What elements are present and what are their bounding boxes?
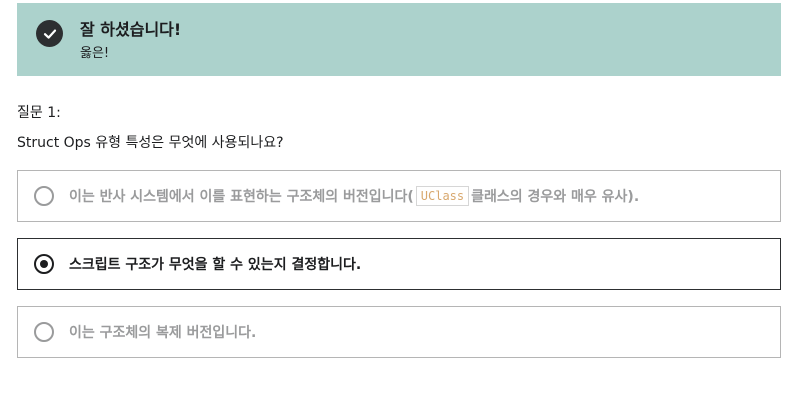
question-number: 질문 1:	[17, 105, 61, 121]
answer-text-after: 클래스의 경우와 매우 유사).	[471, 189, 640, 205]
answer-option-1[interactable]: 이는 반사 시스템에서 이를 표현하는 구조체의 버전입니다( UClass 클…	[17, 170, 781, 222]
radio-button-unchecked[interactable]	[34, 322, 54, 342]
answer-option-label: 이는 반사 시스템에서 이를 표현하는 구조체의 버전입니다( UClass 클…	[69, 186, 639, 206]
answer-option-label: 스크립트 구조가 무엇을 할 수 있는지 결정합니다.	[69, 257, 362, 273]
answer-option-3[interactable]: 이는 구조체의 복제 버전입니다.	[17, 306, 781, 358]
success-alert: 잘 하셨습니다! 옳은!	[17, 3, 781, 76]
code-snippet: UClass	[415, 186, 470, 206]
radio-dot	[40, 260, 48, 268]
checkmark-icon	[43, 29, 56, 39]
radio-button-checked[interactable]	[34, 254, 54, 274]
alert-subtitle: 옳은!	[80, 46, 110, 61]
answer-option-2[interactable]: 스크립트 구조가 무엇을 할 수 있는지 결정합니다.	[17, 238, 781, 290]
alert-title: 잘 하셨습니다!	[80, 20, 182, 39]
radio-button-unchecked[interactable]	[34, 186, 54, 206]
quiz-page: 잘 하셨습니다! 옳은! 질문 1: Struct Ops 유형 특성은 무엇에…	[0, 0, 802, 411]
check-circle-icon	[36, 20, 63, 47]
answer-text-before: 이는 반사 시스템에서 이를 표현하는 구조체의 버전입니다(	[69, 189, 414, 205]
question-text: Struct Ops 유형 특성은 무엇에 사용되나요?	[17, 135, 284, 151]
answer-option-label: 이는 구조체의 복제 버전입니다.	[69, 325, 257, 341]
